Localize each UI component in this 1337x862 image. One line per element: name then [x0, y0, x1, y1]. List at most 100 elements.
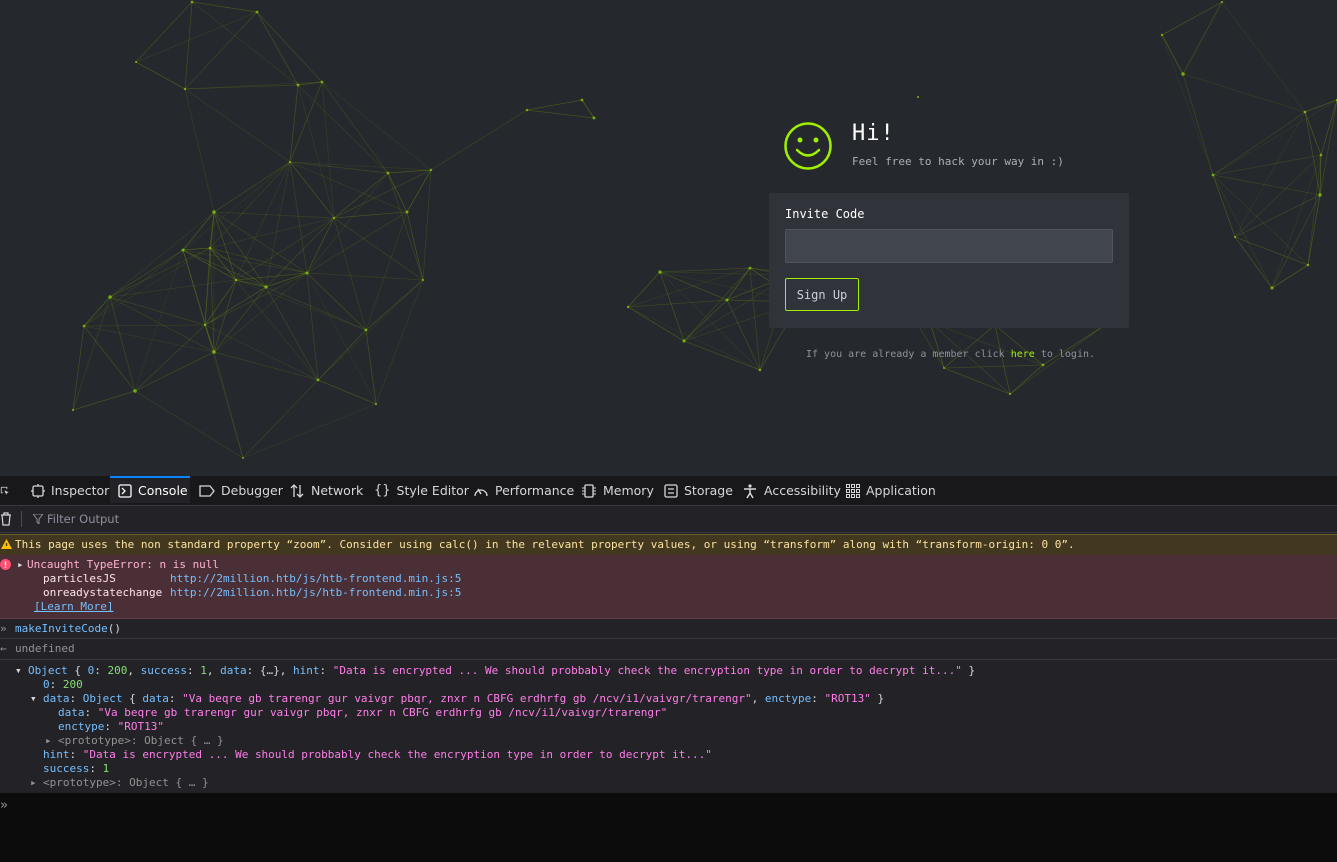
stack-frame-url[interactable]: http://2million.htb/js/htb-frontend.min.…	[170, 586, 461, 599]
particle-link	[1307, 194, 1321, 266]
particle-link	[83, 247, 211, 327]
tab-accessibility[interactable]: Accessibility	[742, 476, 841, 505]
tab-label: Style Editor	[396, 483, 469, 498]
particle-link	[333, 217, 424, 281]
expand-arrow-icon[interactable]: ▸	[45, 734, 52, 747]
collapse-arrow-icon[interactable]: ▾	[30, 692, 37, 705]
command-parens: ()	[107, 622, 121, 635]
particle-link	[191, 1, 258, 13]
sign-up-button[interactable]: Sign Up	[785, 278, 859, 311]
style-editor-icon: {}	[374, 483, 391, 498]
invite-code-input[interactable]	[785, 229, 1113, 263]
particle-dot	[332, 216, 336, 220]
tab-style-editor[interactable]: {} Style Editor	[374, 476, 469, 505]
particle-link	[1319, 99, 1337, 196]
particle-link	[627, 306, 761, 371]
particle-dot	[405, 210, 409, 214]
learn-more-link[interactable]: [Learn More]	[34, 600, 113, 613]
particle-dot	[1041, 363, 1045, 367]
particle-dot	[374, 402, 378, 406]
particle-link	[1161, 34, 1184, 75]
tab-network[interactable]: Network	[289, 476, 363, 505]
particle-link	[204, 324, 319, 381]
stack-frame-fn: onreadystatechange	[43, 586, 163, 599]
login-link[interactable]: here	[1011, 349, 1035, 360]
particle-link	[659, 271, 728, 301]
expand-arrow-icon[interactable]: ▸	[17, 558, 24, 571]
particle-link	[929, 321, 945, 369]
particle-link	[184, 88, 215, 213]
object-prop-data[interactable]: data: Object { data: "Va beqre gb traren…	[43, 692, 884, 705]
tab-debugger[interactable]: Debugger	[199, 476, 283, 505]
error-title: Uncaught TypeError: n is null	[27, 558, 220, 571]
particle-link	[526, 99, 583, 111]
command-fn: makeInviteCode	[15, 622, 108, 635]
warning-icon	[1, 539, 12, 549]
login-hint-tail: to login.	[1034, 349, 1096, 360]
particle-link	[1304, 99, 1337, 113]
particle-link	[943, 324, 996, 369]
divider	[0, 659, 1337, 660]
nested-prototype[interactable]: <prototype>: Object { … }	[58, 734, 224, 747]
filter-icon	[33, 514, 43, 524]
tab-performance[interactable]: Performance	[473, 476, 574, 505]
particle-link	[109, 249, 184, 298]
particle-link	[1234, 154, 1322, 238]
tab-label: Debugger	[221, 483, 283, 498]
particle-dot	[316, 378, 320, 382]
trash-icon[interactable]	[0, 512, 12, 526]
tab-application[interactable]: Application	[846, 476, 936, 505]
particle-link	[256, 11, 323, 83]
particle-link	[321, 81, 335, 219]
tab-label: Inspector	[51, 483, 110, 498]
particle-link	[943, 367, 1011, 395]
input-prompt-icon: »	[0, 798, 8, 813]
particle-link	[749, 267, 761, 371]
particle-link	[213, 211, 335, 219]
tab-inspector[interactable]: Inspector	[31, 476, 109, 505]
filter-output-input[interactable]: Filter Output	[47, 512, 119, 526]
nested-prop-data: data: "Va beqre gb trarengr gur vaivgr p…	[58, 706, 668, 719]
particle-link	[184, 1, 193, 90]
particle-dot	[682, 339, 686, 343]
console-input[interactable]: »	[0, 793, 1337, 862]
collapse-arrow-icon[interactable]: ▾	[15, 664, 22, 677]
tab-memory[interactable]: Memory	[581, 476, 654, 505]
particle-dot	[592, 116, 596, 120]
console-error: ▸ Uncaught TypeError: n is null particle…	[0, 555, 1337, 619]
stack-frame-url[interactable]: http://2million.htb/js/htb-frontend.min.…	[170, 572, 461, 585]
tab-storage[interactable]: Storage	[664, 476, 733, 505]
stack-frame-fn: particlesJS	[43, 572, 116, 585]
particle-link	[72, 296, 111, 411]
particle-link	[289, 161, 335, 219]
particle-link	[1271, 194, 1321, 289]
object-prop-hint: hint: "Data is encrypted ... We should p…	[43, 748, 712, 761]
expand-arrow-icon[interactable]: ▸	[30, 776, 37, 789]
invite-code-label: Invite Code	[785, 207, 865, 221]
tab-console[interactable]: Console	[110, 476, 190, 503]
particle-link	[333, 217, 367, 331]
particle-network-background	[71, 0, 1337, 459]
particle-link	[387, 169, 432, 174]
particle-dot	[1181, 72, 1185, 76]
object-summary[interactable]: Object { 0: 200, success: 1, data: {…}, …	[28, 664, 975, 677]
object-prototype[interactable]: <prototype>: Object { … }	[43, 776, 209, 789]
tab-label: Accessibility	[764, 483, 841, 498]
particle-link	[387, 172, 424, 281]
particle-link	[235, 279, 319, 381]
particle-link	[209, 161, 291, 249]
particle-link	[184, 84, 299, 90]
particle-link	[204, 272, 308, 326]
particle-link	[659, 267, 751, 273]
particle-dot	[183, 87, 187, 91]
particle-link	[683, 299, 728, 342]
particle-link	[213, 279, 237, 353]
devtools-toolbar: Inspector Console Debugger Network {} St…	[0, 476, 1337, 506]
particle-link	[109, 296, 215, 353]
divider	[0, 638, 1337, 639]
particle-link	[289, 81, 323, 163]
console-warning: This page uses the non standard property…	[0, 534, 1337, 556]
memory-icon	[582, 483, 596, 498]
particle-link	[235, 279, 367, 331]
element-picker-button[interactable]	[0, 476, 16, 505]
